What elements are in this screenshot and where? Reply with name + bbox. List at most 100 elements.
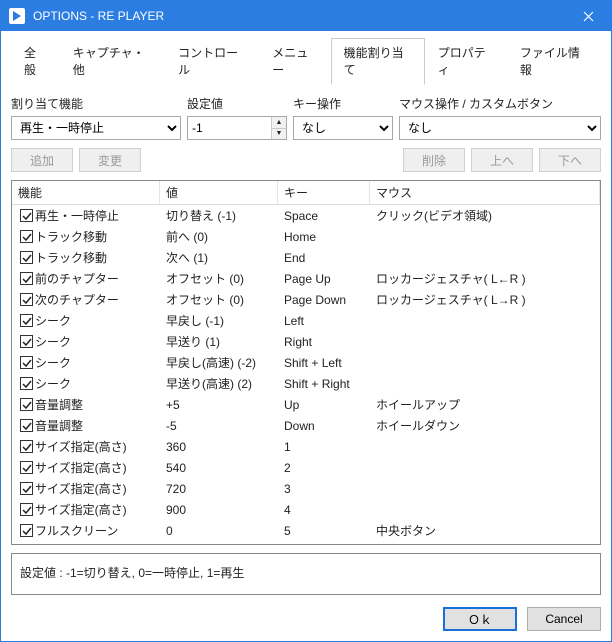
cell-mouse [370, 444, 600, 450]
table-row[interactable]: 次のチャプターオフセット (0)Page Downロッカージェスチャ( L→R … [12, 289, 600, 310]
table-row[interactable]: トラック移動前へ (0)Home [12, 226, 600, 247]
label-mouse: マウス操作 / カスタムボタン [399, 95, 601, 112]
tab-2[interactable]: コントロール [165, 38, 259, 85]
add-button[interactable]: 追加 [11, 148, 73, 172]
col-key[interactable]: キー [278, 181, 370, 204]
checkbox-icon[interactable] [20, 251, 33, 264]
label-value: 設定値 [187, 95, 287, 112]
tab-4[interactable]: 機能割り当て [331, 38, 425, 85]
action-buttons: 追加 変更 削除 上へ 下へ [11, 148, 601, 172]
cell-function: シーク [35, 354, 71, 371]
tab-6[interactable]: ファイル情報 [507, 38, 601, 85]
cell-value: 540 [160, 458, 278, 478]
options-window: OPTIONS - RE PLAYER 全般キャプチャ・他コントロールメニュー機… [0, 0, 612, 642]
cell-key: Home [278, 227, 370, 247]
checkbox-icon[interactable] [20, 314, 33, 327]
delete-button[interactable]: 削除 [403, 148, 465, 172]
checkbox-icon[interactable] [20, 377, 33, 390]
cell-key: Page Down [278, 290, 370, 310]
checkbox-icon[interactable] [20, 356, 33, 369]
table-row[interactable]: サイズ指定(高さ)7203 [12, 478, 600, 499]
table-row[interactable]: サイズ指定(高さ)5402 [12, 457, 600, 478]
col-function[interactable]: 機能 [12, 181, 160, 204]
cell-key: Down [278, 416, 370, 436]
cell-function: シーク [35, 312, 71, 329]
cancel-button[interactable]: Cancel [527, 607, 601, 631]
table-row[interactable]: 音量調整-5Downホイールダウン [12, 415, 600, 436]
cell-key: Up [278, 395, 370, 415]
table-row[interactable]: 音量調整+5Upホイールアップ [12, 394, 600, 415]
table-row[interactable]: シーク早戻し (-1)Left [12, 310, 600, 331]
checkbox-icon[interactable] [20, 419, 33, 432]
move-up-button[interactable]: 上へ [471, 148, 533, 172]
table-row[interactable]: シーク早送り (1)Right [12, 331, 600, 352]
cell-mouse: ホイールダウン [370, 414, 600, 437]
close-button[interactable] [565, 1, 611, 31]
change-button[interactable]: 変更 [79, 148, 141, 172]
checkbox-icon[interactable] [20, 335, 33, 348]
checkbox-icon[interactable] [20, 209, 33, 222]
key-select[interactable]: なし [293, 116, 393, 140]
app-icon [9, 8, 25, 24]
table-row[interactable]: シーク早戻し(高速) (-2)Shift + Left [12, 352, 600, 373]
cell-value: 0 [160, 521, 278, 541]
cell-key: Page Up [278, 269, 370, 289]
table-row[interactable]: サイズ指定(高さ)9004 [12, 499, 600, 520]
cell-value: +5 [160, 395, 278, 415]
checkbox-icon[interactable] [20, 524, 33, 537]
cell-function: 音量調整 [35, 396, 83, 413]
assignment-list: 機能 値 キー マウス 再生・一時停止切り替え (-1)Spaceクリック(ビデ… [11, 180, 601, 545]
checkbox-icon[interactable] [20, 293, 33, 306]
cell-key: 3 [278, 479, 370, 499]
checkbox-icon[interactable] [20, 503, 33, 516]
col-value[interactable]: 値 [160, 181, 278, 204]
cell-function: フルスクリーン [35, 522, 118, 539]
checkbox-icon[interactable] [20, 461, 33, 474]
checkbox-icon[interactable] [20, 230, 33, 243]
checkbox-icon[interactable] [20, 272, 33, 285]
table-row[interactable]: トラック移動次へ (1)End [12, 247, 600, 268]
move-down-button[interactable]: 下へ [539, 148, 601, 172]
cell-key: Space [278, 206, 370, 226]
list-body[interactable]: 再生・一時停止切り替え (-1)Spaceクリック(ビデオ領域)トラック移動前へ… [12, 205, 600, 544]
cell-key: Right [278, 332, 370, 352]
table-row[interactable]: フルスクリーン05中央ボタン [12, 520, 600, 541]
value-spinner[interactable]: ▲ ▼ [187, 116, 287, 140]
table-row[interactable]: 前のチャプターオフセット (0)Page Upロッカージェスチャ( L←R ) [12, 268, 600, 289]
cell-function: トラック移動 [35, 228, 107, 245]
dialog-footer: Ｏｋ Cancel [11, 607, 601, 631]
ok-button[interactable]: Ｏｋ [443, 607, 517, 631]
cell-function: トラック移動 [35, 249, 107, 266]
tab-3[interactable]: メニュー [259, 38, 330, 85]
cell-value: -5 [160, 416, 278, 436]
spin-up-icon[interactable]: ▲ [272, 117, 286, 129]
spin-down-icon[interactable]: ▼ [272, 129, 286, 140]
titlebar[interactable]: OPTIONS - RE PLAYER [1, 1, 611, 31]
cell-key: End [278, 248, 370, 268]
cell-value: 360 [160, 437, 278, 457]
mouse-select[interactable]: なし [399, 116, 601, 140]
cell-function: サイズ指定(高さ) [35, 501, 127, 518]
cell-mouse [370, 465, 600, 471]
cell-function: 次のチャプター [35, 291, 119, 308]
client-area: 全般キャプチャ・他コントロールメニュー機能割り当てプロパティファイル情報 割り当… [1, 31, 611, 641]
col-mouse[interactable]: マウス [370, 181, 600, 204]
tab-0[interactable]: 全般 [11, 38, 60, 85]
tab-5[interactable]: プロパティ [425, 38, 507, 85]
checkbox-icon[interactable] [20, 398, 33, 411]
list-header[interactable]: 機能 値 キー マウス [12, 181, 600, 205]
table-row[interactable]: シーク早送り(高速) (2)Shift + Right [12, 373, 600, 394]
cell-mouse [370, 381, 600, 387]
cell-key: Shift + Left [278, 353, 370, 373]
field-labels: 割り当て機能 設定値 キー操作 マウス操作 / カスタムボタン [11, 95, 601, 112]
cell-function: 前のチャプター [35, 270, 119, 287]
checkbox-icon[interactable] [20, 482, 33, 495]
cell-function: シーク [35, 375, 71, 392]
value-input[interactable] [188, 117, 271, 139]
function-select[interactable]: 再生・一時停止 [11, 116, 181, 140]
table-row[interactable]: 再生・一時停止切り替え (-1)Spaceクリック(ビデオ領域) [12, 205, 600, 226]
cell-key: 1 [278, 437, 370, 457]
checkbox-icon[interactable] [20, 440, 33, 453]
tab-1[interactable]: キャプチャ・他 [60, 38, 165, 85]
table-row[interactable]: サイズ指定(高さ)3601 [12, 436, 600, 457]
